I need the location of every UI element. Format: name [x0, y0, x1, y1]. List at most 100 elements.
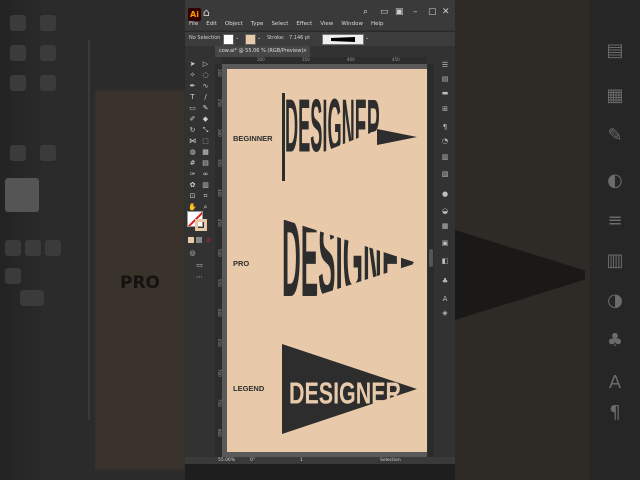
color-panel-icon[interactable]: ●	[439, 190, 451, 198]
current-tool-status: Selection	[380, 458, 401, 463]
scroll-thumb[interactable]	[429, 249, 433, 267]
workspace-icon[interactable]: ▣	[395, 7, 404, 17]
menu-object[interactable]: Object	[221, 19, 247, 30]
document-tab[interactable]: cow.ai* @ 55.06 % (RGB/Preview) ×	[215, 46, 310, 57]
rotate-tool-icon[interactable]: ↻	[188, 126, 197, 134]
stroke-swatch[interactable]	[245, 34, 256, 45]
layers-panel-icon[interactable]: ▤	[439, 75, 451, 83]
menu-select[interactable]: Select	[267, 19, 292, 30]
color-guide-icon[interactable]: ◒	[439, 207, 451, 215]
menu-help[interactable]: Help	[367, 19, 388, 30]
shaper-tool-icon[interactable]: ✐	[188, 115, 197, 123]
eraser-icon[interactable]: ◆	[201, 115, 210, 123]
type-tool-icon[interactable]: T	[188, 93, 197, 101]
maximize-icon[interactable]: ▢	[428, 7, 437, 17]
libraries-panel-icon[interactable]: ◔	[439, 137, 451, 145]
direct-selection-tool-icon[interactable]: ▷	[201, 60, 210, 68]
backdrop-brushes-icon: ✎	[607, 125, 623, 146]
swatches-panel-icon[interactable]: ▦	[439, 222, 451, 230]
shape-builder-icon[interactable]: ◍	[188, 148, 197, 156]
hand-tool-icon[interactable]: ✋	[188, 203, 197, 211]
stroke-profile-select[interactable]	[322, 34, 364, 45]
backdrop-zoom-icon	[40, 145, 56, 161]
ruler-tick: 800	[217, 429, 222, 437]
vertical-scrollbar[interactable]	[428, 64, 434, 457]
scale-tool-icon[interactable]: ⤡	[201, 126, 210, 134]
graphic-styles-icon[interactable]: ◧	[439, 257, 451, 265]
right-panel-dock: ☰ ▤ ▬ ⊞ ¶ ◔ ▥ ▧ ● ◒ ▦ ▣ ◧ ♣ A ◈	[436, 57, 455, 457]
none-mode-icon[interactable]: ⊘	[204, 237, 213, 245]
profile-dropdown-icon[interactable]: ⌄	[365, 35, 369, 41]
fill-dropdown-icon[interactable]: ⌄	[235, 35, 239, 41]
symbol-sprayer-icon[interactable]: ✿	[188, 181, 197, 189]
slice-tool-icon[interactable]: ⌗	[201, 192, 210, 200]
fill-swatch[interactable]	[223, 34, 234, 45]
ruler-tick: 600	[217, 309, 222, 317]
menu-view[interactable]: View	[316, 19, 337, 30]
eyedropper-icon[interactable]: ✑	[188, 170, 197, 178]
backdrop-transparency-icon: ◑	[607, 290, 623, 311]
gradient-tool-icon[interactable]: ▤	[201, 159, 210, 167]
color-mode-icon[interactable]	[188, 237, 194, 243]
stroke-swatch-tool[interactable]	[195, 219, 207, 231]
free-transform-icon[interactable]: ⬚	[201, 137, 210, 145]
width-tool-icon[interactable]: ⋈	[188, 137, 197, 145]
arrange-documents-icon[interactable]: ▭	[380, 7, 389, 17]
artboard-navigator[interactable]: 1	[300, 457, 303, 464]
menu-window[interactable]: Window	[337, 19, 367, 30]
mesh-tool-icon[interactable]: #	[188, 159, 197, 167]
paragraph-panel-icon[interactable]: ¶	[439, 123, 451, 131]
graph-tool-icon[interactable]: ▥	[201, 181, 210, 189]
backdrop-screen-icon	[20, 290, 44, 306]
artwork-svg: BEGINNER DESIGNER PRO DESIGNER LEGEND DE…	[233, 85, 417, 434]
home-icon[interactable]: ⌂	[203, 6, 210, 19]
glyphs-panel-icon[interactable]: ◈	[439, 309, 451, 317]
align-panel-icon[interactable]: ▥	[439, 153, 451, 161]
close-tab-icon[interactable]: ×	[303, 46, 307, 57]
menu-file[interactable]: File	[185, 19, 202, 30]
rotation-field[interactable]: 0°	[250, 457, 255, 464]
gradient-mode-icon[interactable]	[196, 237, 202, 243]
properties-panel-icon[interactable]: ☰	[439, 61, 451, 69]
canvas-area[interactable]: BEGINNER DESIGNER PRO DESIGNER LEGEND DE…	[222, 64, 427, 457]
selection-tool-icon[interactable]: ➤	[188, 60, 197, 68]
draw-mode-icon[interactable]: ◎	[188, 249, 197, 257]
menu-effect[interactable]: Effect	[292, 19, 316, 30]
magic-wand-icon[interactable]: ✧	[188, 71, 197, 79]
line-tool-icon[interactable]: /	[201, 93, 210, 101]
character-panel-icon[interactable]: A	[439, 295, 451, 303]
transform-panel-icon[interactable]: ⊞	[439, 105, 451, 113]
fill-stroke-widget[interactable]	[187, 211, 213, 235]
pen-tool-icon[interactable]: ✒	[188, 82, 197, 90]
minimize-icon[interactable]: –	[413, 7, 418, 17]
artboard[interactable]: BEGINNER DESIGNER PRO DESIGNER LEGEND DE…	[227, 69, 427, 452]
zoom-tool-icon[interactable]: ⌕	[201, 203, 210, 211]
perspective-grid-icon[interactable]: ▦	[201, 148, 210, 156]
symbols-panel-icon[interactable]: ♣	[439, 277, 451, 285]
stroke-weight-field[interactable]: 7.146 pt	[289, 35, 310, 41]
paintbrush-icon[interactable]: ✎	[201, 104, 210, 112]
lasso-icon[interactable]: ◌	[201, 71, 210, 79]
screen-mode-icon[interactable]: ▭	[195, 261, 204, 269]
comments-panel-icon[interactable]: ▬	[439, 89, 451, 97]
backdrop-layers-icon: ▦	[606, 85, 624, 106]
artboard-tool-icon[interactable]: ⊡	[188, 192, 197, 200]
stroke-dropdown-icon[interactable]: ⌄	[257, 35, 261, 41]
close-window-icon[interactable]: ✕	[442, 7, 450, 17]
menu-type[interactable]: Type	[247, 19, 268, 30]
rectangle-tool-icon[interactable]: ▭	[188, 104, 197, 112]
backdrop-swatch-icon-3	[45, 240, 61, 256]
beginner-label: BEGINNER	[233, 134, 273, 143]
curvature-tool-icon[interactable]: ∿	[201, 82, 210, 90]
more-tools-icon[interactable]: ⋯	[195, 273, 204, 281]
blend-tool-icon[interactable]: ∞	[201, 170, 210, 178]
brushes-panel-icon[interactable]: ▣	[439, 239, 451, 247]
zoom-level-field[interactable]: 55.06%	[218, 457, 235, 464]
vertical-ruler: 200 250 300 350 400 450 500 550 600 650 …	[215, 64, 222, 457]
pathfinder-panel-icon[interactable]: ▧	[439, 170, 451, 178]
ruler-tick: 250	[217, 99, 222, 107]
menu-edit[interactable]: Edit	[202, 19, 221, 30]
backdrop-club-icon: ♣	[606, 330, 624, 351]
tools-panel: ➤ ▷ ✧ ◌ ✒ ∿ T / ▭ ✎ ✐ ◆ ↻ ⤡ ⋈ ⬚ ◍ ▦ # ▤ …	[185, 57, 215, 457]
search-icon[interactable]: ⌕	[363, 7, 368, 17]
